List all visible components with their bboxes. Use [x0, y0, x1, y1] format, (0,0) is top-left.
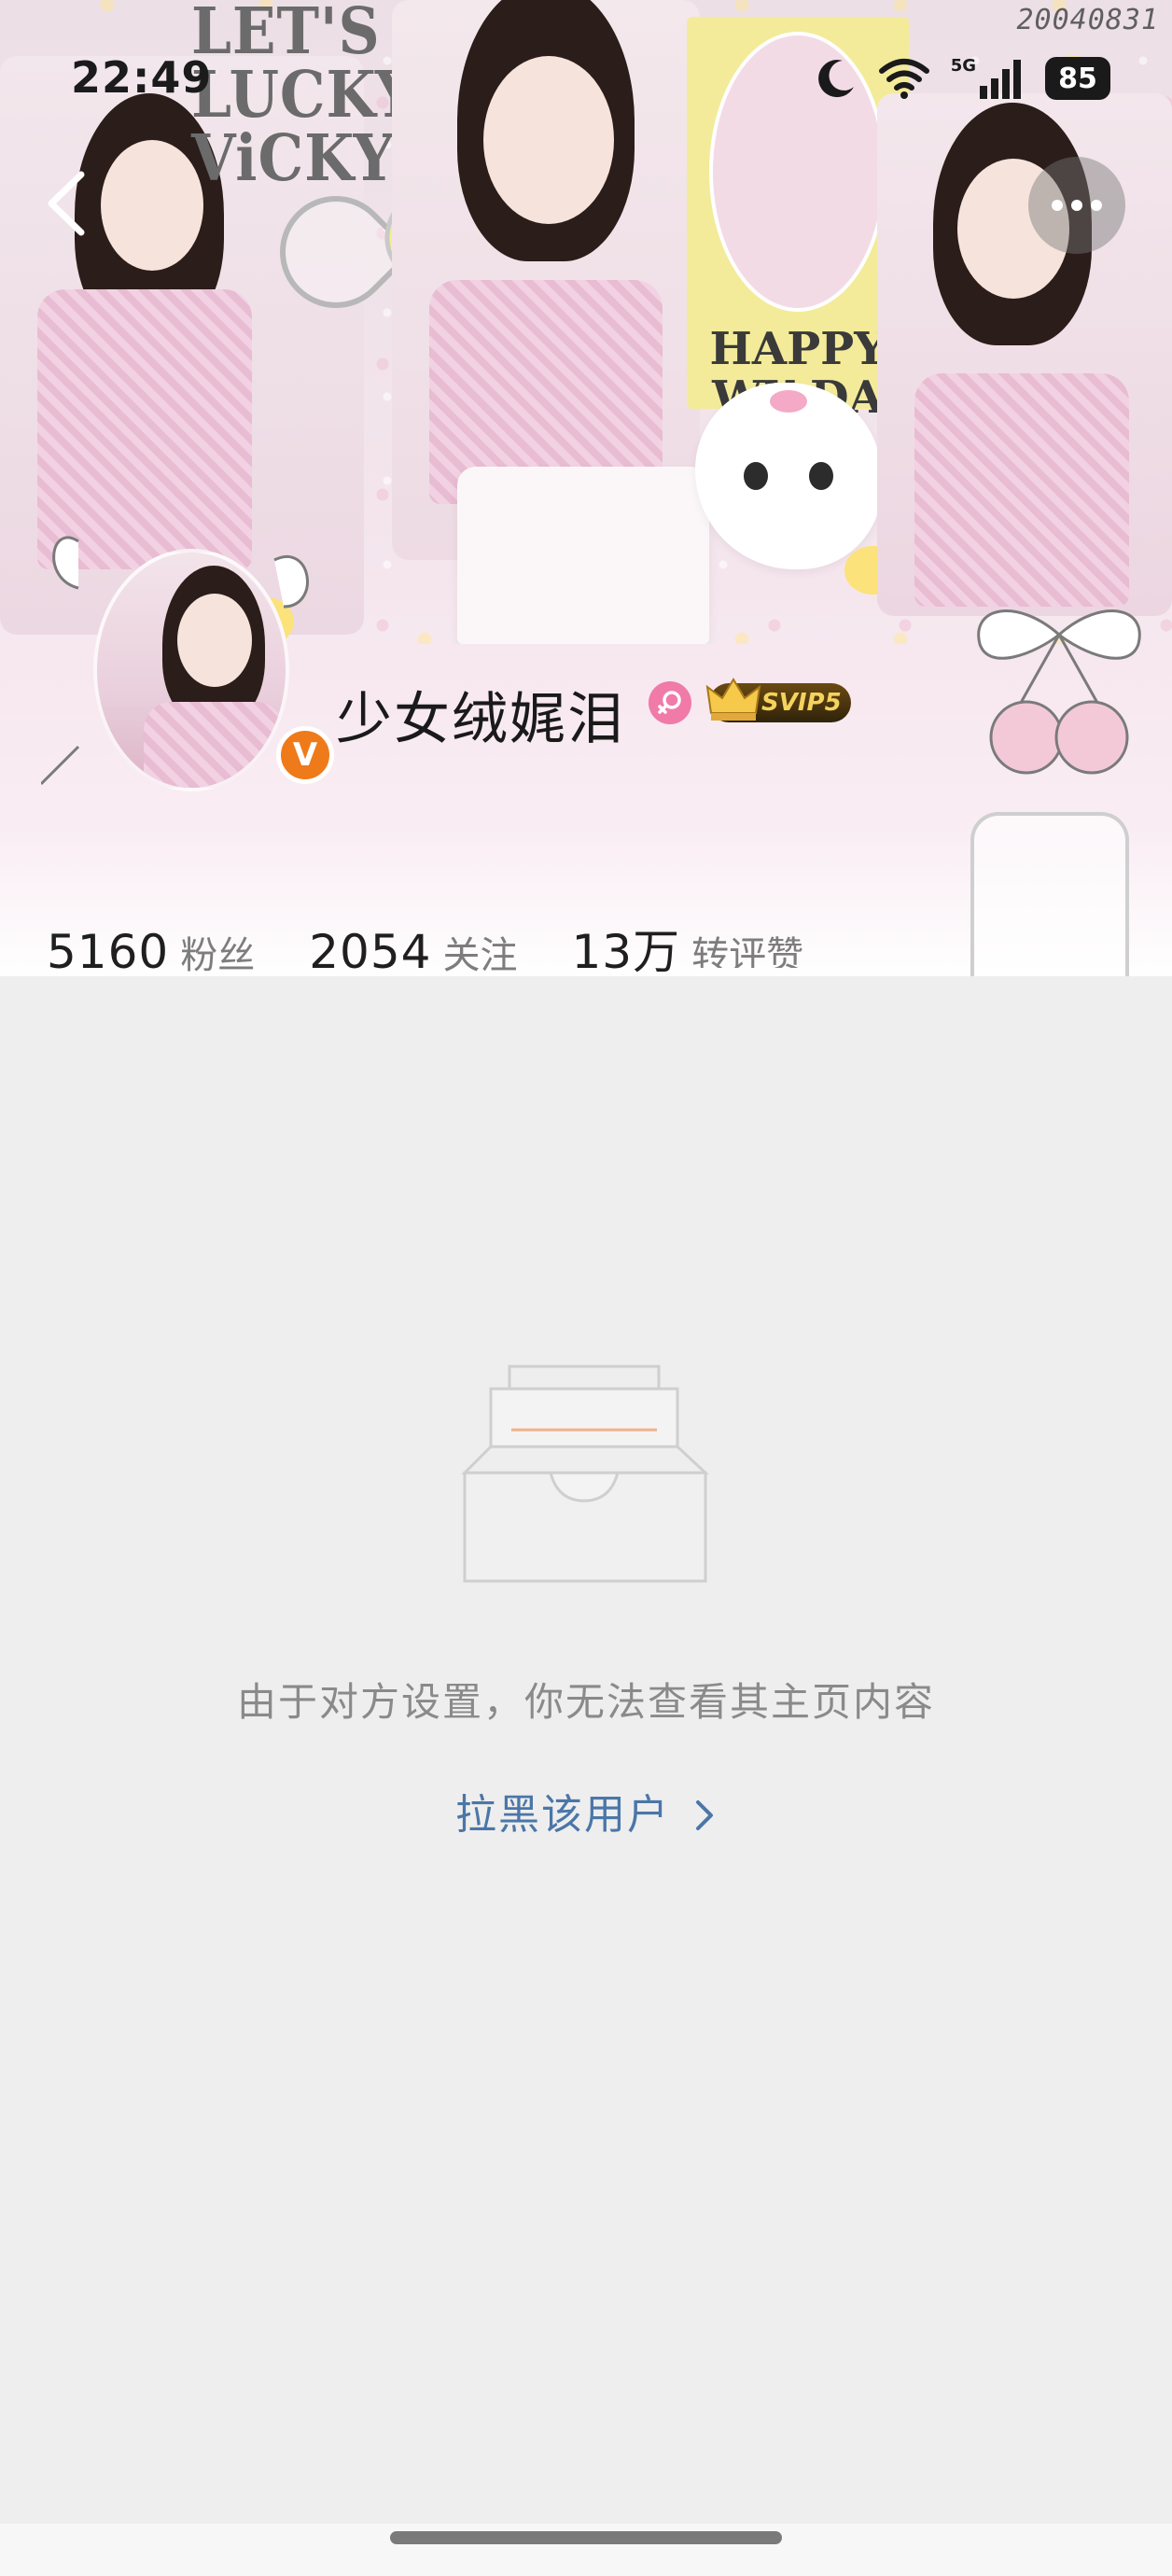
svip-label: SVIP5	[761, 689, 842, 717]
column-decoration	[970, 812, 1129, 976]
username: 少女绒娓泪	[336, 687, 625, 752]
svip-badge[interactable]: SVIP5	[705, 678, 851, 722]
chevron-left-icon	[48, 171, 85, 236]
wifi-icon	[878, 59, 929, 99]
cherry-bow-decoration	[977, 609, 1141, 775]
status-icons: 5G 85	[815, 54, 1110, 103]
back-button[interactable]	[34, 166, 99, 241]
female-gender-icon	[649, 681, 691, 724]
verified-badge: V	[276, 726, 334, 784]
profile-stats: 5160 粉丝 2054 关注 13万 转评赞	[47, 915, 858, 980]
cake-decoration	[457, 467, 709, 644]
interactions-label: 转评赞	[691, 934, 804, 968]
battery-icon: 85	[1045, 57, 1110, 100]
avatar[interactable]	[93, 549, 289, 791]
followers-count: 5160	[47, 925, 170, 979]
signal-icon	[980, 60, 1021, 99]
interactions-count: 13万	[571, 925, 681, 979]
network-type: 5G	[950, 55, 976, 76]
cover-photo-right	[877, 93, 1172, 616]
moon-icon	[817, 60, 854, 98]
following-stat[interactable]: 2054 关注	[309, 925, 517, 979]
following-count: 2054	[309, 925, 432, 979]
profile-cover: LET'S LUCKY ViCKY HAPPY WY DA	[0, 0, 1172, 976]
empty-inbox-icon	[461, 1365, 709, 1583]
avatar-container: V	[41, 523, 334, 793]
block-user-label: 拉黑该用户	[455, 1791, 670, 1839]
cover-lettering: LET'S LUCKY ViCKY	[191, 0, 417, 196]
followers-stat[interactable]: 5160 粉丝	[47, 925, 255, 979]
crown-icon	[705, 678, 761, 721]
home-indicator[interactable]	[390, 2531, 782, 2544]
following-label: 关注	[442, 934, 518, 977]
more-dots-icon	[1052, 200, 1063, 211]
followers-label: 粉丝	[180, 934, 256, 977]
chevron-right-icon	[696, 1800, 713, 1830]
interactions-stat[interactable]: 13万 转评赞	[572, 915, 804, 982]
private-profile-message: 由于对方设置，你无法查看其主页内容	[236, 1679, 935, 1725]
block-user-link[interactable]: 拉黑该用户	[0, 1781, 1172, 1841]
status-time: 22:49	[71, 52, 213, 103]
more-options-button[interactable]	[1028, 157, 1125, 254]
cover-stamp: 20040831	[1016, 4, 1159, 36]
